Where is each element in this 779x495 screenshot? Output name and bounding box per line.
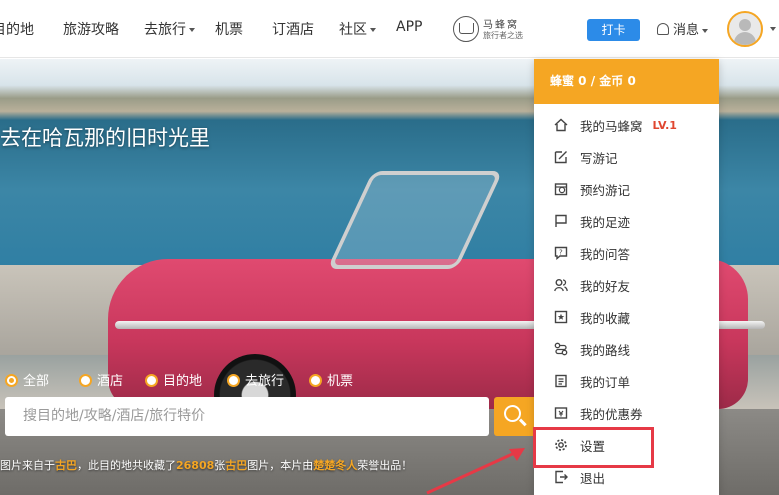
messages-menu[interactable]: 消息 bbox=[657, 19, 709, 38]
menu-item-label: 我的收藏 bbox=[580, 310, 631, 326]
top-nav: 目的地 旅游攻略 去旅行 机票 订酒店 社区 APP 马蜂窝 旅行者之选 打卡 … bbox=[0, 0, 779, 58]
menu-item-write-travelogue[interactable]: 写游记 bbox=[534, 141, 719, 173]
mafengwo-logo-icon bbox=[453, 16, 479, 42]
highlight-box bbox=[533, 427, 654, 468]
avatar-body bbox=[734, 32, 756, 45]
menu-item-my-questions[interactable]: ? 我的问答 bbox=[534, 237, 719, 269]
bell-icon bbox=[657, 23, 669, 35]
radio-all[interactable]: 全部 bbox=[5, 370, 49, 389]
friends-icon bbox=[554, 279, 568, 292]
nav-flights[interactable]: 机票 bbox=[215, 19, 243, 39]
home-icon bbox=[554, 118, 568, 132]
svg-text:?: ? bbox=[559, 249, 563, 257]
chevron-down-icon bbox=[370, 28, 376, 32]
annotation-arrow-icon bbox=[426, 448, 525, 495]
credit-text: 荣誉出品！ bbox=[357, 459, 413, 472]
radio-icon bbox=[309, 374, 322, 387]
radio-icon bbox=[79, 374, 92, 387]
brand-name: 马蜂窝 bbox=[483, 20, 519, 31]
nav-community[interactable]: 社区 bbox=[339, 19, 376, 39]
schedule-icon bbox=[554, 183, 568, 196]
search-button[interactable] bbox=[494, 397, 534, 436]
nav-travel-guide[interactable]: 旅游攻略 bbox=[63, 19, 119, 39]
messages-label: 消息 bbox=[673, 23, 700, 38]
nav-hotels[interactable]: 订酒店 bbox=[272, 19, 314, 39]
avatar-head bbox=[739, 19, 751, 31]
radio-icon bbox=[145, 374, 158, 387]
radio-label: 酒店 bbox=[97, 374, 124, 389]
hero-car-windshield bbox=[327, 171, 503, 269]
radio-hotel[interactable]: 酒店 bbox=[79, 370, 123, 389]
avatar-chevron-down-icon[interactable] bbox=[770, 27, 776, 31]
radio-icon bbox=[227, 374, 240, 387]
menu-item-label: 我的订单 bbox=[580, 374, 631, 390]
question-icon: ? bbox=[554, 246, 568, 260]
menu-item-label: 我的路线 bbox=[580, 342, 631, 358]
credit-place-link[interactable]: 古巴 bbox=[225, 459, 247, 472]
user-level-badge: LV.1 bbox=[652, 118, 677, 132]
edit-icon bbox=[554, 151, 567, 164]
menu-item-label: 预约游记 bbox=[580, 182, 631, 198]
nav-community-label: 社区 bbox=[339, 22, 367, 38]
credit-text: ，此目的地共收藏了 bbox=[77, 459, 176, 472]
credit-text: 张 bbox=[214, 459, 226, 472]
route-icon bbox=[554, 342, 568, 356]
brand-slogan: 旅行者之选 bbox=[483, 31, 523, 40]
nav-go-travel-label: 去旅行 bbox=[144, 22, 186, 38]
menu-item-label: 我的足迹 bbox=[580, 214, 631, 230]
credit-author-link[interactable]: 楚楚冬人 bbox=[313, 459, 357, 472]
chevron-down-icon bbox=[189, 28, 195, 32]
nav-go-travel[interactable]: 去旅行 bbox=[144, 19, 195, 39]
credit-count: 26808 bbox=[176, 459, 215, 472]
radio-label: 机票 bbox=[327, 374, 354, 389]
menu-item-label: 写游记 bbox=[580, 150, 618, 166]
brand-logo[interactable]: 马蜂窝 旅行者之选 bbox=[453, 14, 523, 44]
order-icon bbox=[555, 374, 567, 388]
logout-icon bbox=[555, 470, 568, 484]
flag-icon bbox=[555, 214, 567, 227]
star-icon bbox=[554, 310, 568, 324]
radio-label: 全部 bbox=[23, 374, 50, 389]
menu-item-my-coupons[interactable]: 我的优惠券 bbox=[534, 397, 719, 429]
search-input[interactable]: 搜目的地/攻略/酒店/旅行特价 bbox=[5, 397, 489, 436]
radio-go-travel[interactable]: 去旅行 bbox=[227, 370, 284, 389]
radio-label: 目的地 bbox=[163, 374, 203, 389]
menu-item-label: 退出 bbox=[580, 470, 606, 486]
menu-item-my-mafengwo[interactable]: 我的马蜂窝 LV.1 bbox=[534, 109, 719, 141]
nav-app[interactable]: APP bbox=[396, 19, 422, 35]
menu-item-label: 我的马蜂窝 bbox=[580, 118, 643, 134]
radio-checked-icon bbox=[5, 374, 18, 387]
nav-destination[interactable]: 目的地 bbox=[0, 19, 34, 39]
menu-item-my-favorites[interactable]: 我的收藏 bbox=[534, 301, 719, 333]
menu-item-my-orders[interactable]: 我的订单 bbox=[534, 365, 719, 397]
radio-flights[interactable]: 机票 bbox=[309, 370, 353, 389]
checkin-button[interactable]: 打卡 bbox=[587, 19, 640, 41]
menu-item-my-footprints[interactable]: 我的足迹 bbox=[534, 205, 719, 237]
menu-item-scheduled-travelogue[interactable]: 预约游记 bbox=[534, 173, 719, 205]
menu-item-label: 我的好友 bbox=[580, 278, 631, 294]
user-points-header: 蜂蜜 0 / 金币 0 bbox=[534, 59, 719, 104]
menu-item-label: 我的问答 bbox=[580, 246, 631, 262]
menu-item-label: 我的优惠券 bbox=[580, 406, 643, 422]
credit-text: 图片，本片由 bbox=[247, 459, 314, 472]
credit-place-link[interactable]: 古巴 bbox=[55, 459, 77, 472]
radio-destination[interactable]: 目的地 bbox=[145, 370, 202, 389]
coupon-icon bbox=[554, 407, 568, 419]
photo-credit: 图片来自于古巴，此目的地共收藏了26808张古巴图片，本片由楚楚冬人荣誉出品！ bbox=[0, 457, 412, 473]
menu-item-my-routes[interactable]: 我的路线 bbox=[534, 333, 719, 365]
avatar[interactable] bbox=[727, 11, 763, 47]
chevron-down-icon bbox=[702, 28, 709, 33]
hero-title: 去在哈瓦那的旧时光里 bbox=[0, 126, 210, 150]
menu-item-my-friends[interactable]: 我的好友 bbox=[534, 269, 719, 301]
radio-label: 去旅行 bbox=[245, 374, 285, 389]
search-icon-handle bbox=[519, 418, 527, 426]
credit-text: 图片来自于 bbox=[0, 459, 55, 472]
